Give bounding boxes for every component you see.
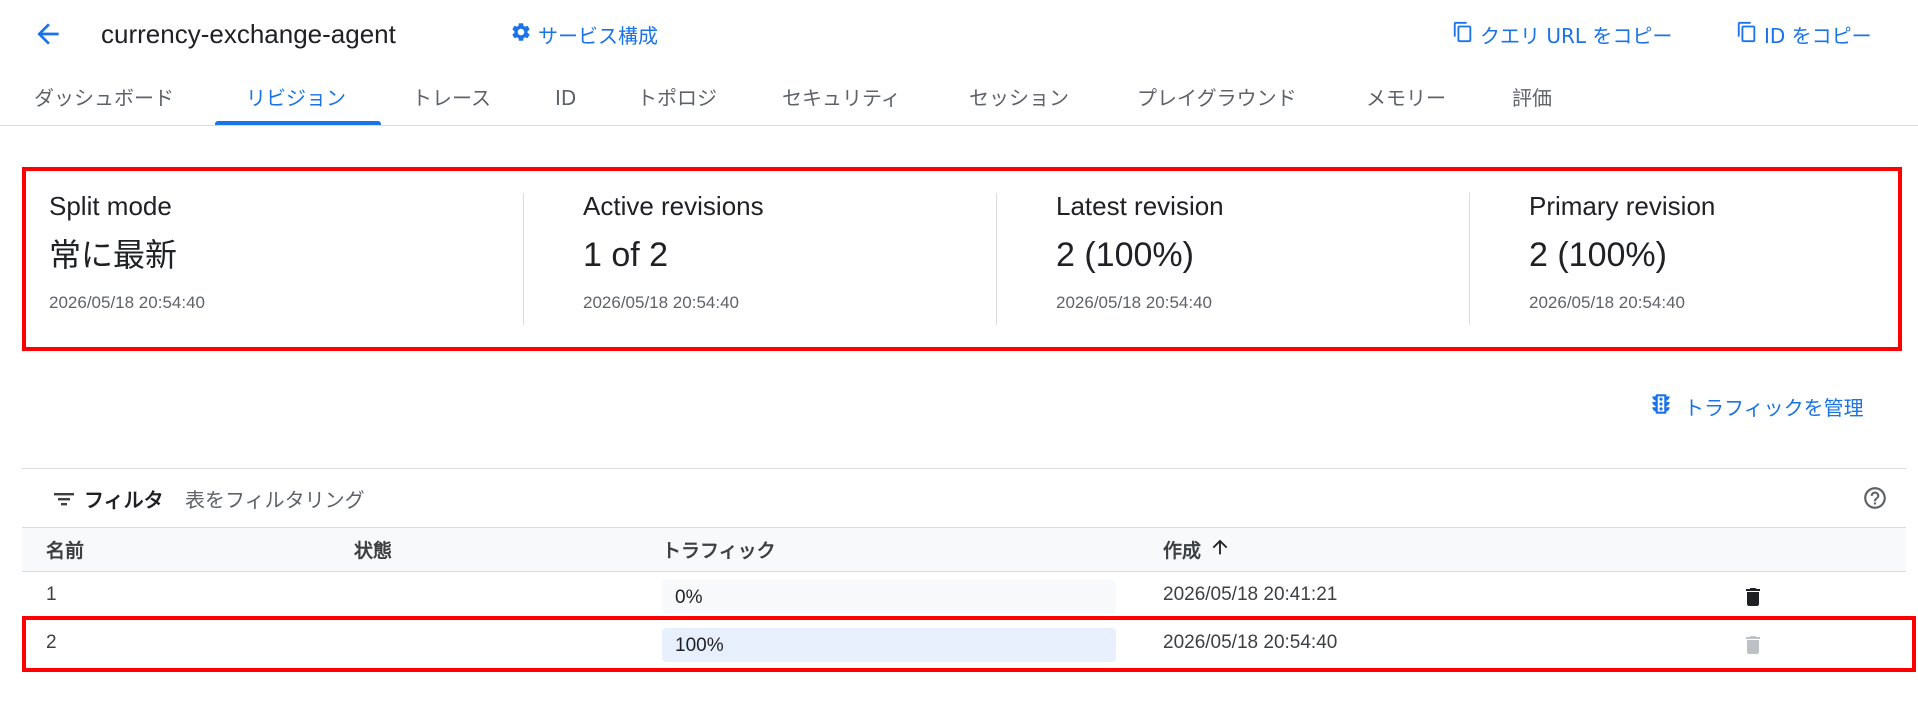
- active-tab-indicator: [215, 121, 381, 125]
- card-divider: [1469, 193, 1470, 325]
- tab-memory[interactable]: メモリー: [1366, 76, 1446, 126]
- copy-id-button[interactable]: ID をコピー: [1736, 18, 1872, 50]
- copy-icon: [1452, 21, 1480, 48]
- card-label: Latest revision: [1056, 191, 1224, 221]
- card-divider: [523, 193, 524, 325]
- copy-query-url-label: クエリ URL をコピー: [1480, 23, 1673, 48]
- back-arrow-icon[interactable]: [32, 18, 64, 50]
- card-timestamp: 2026/05/18 20:54:40: [49, 293, 205, 312]
- card-value: 2 (100%): [1529, 236, 1667, 274]
- filter-input[interactable]: 表をフィルタリング: [185, 484, 365, 513]
- filter-icon[interactable]: [52, 489, 76, 513]
- service-config-button[interactable]: サービス構成: [510, 18, 658, 50]
- header: currency-exchange-agent サービス構成 クエリ URL を…: [0, 0, 1918, 70]
- copy-query-url-button[interactable]: クエリ URL をコピー: [1452, 18, 1672, 50]
- tab-revisions[interactable]: リビジョン: [246, 76, 346, 126]
- revision-name: 1: [46, 584, 57, 605]
- created-timestamp: 2026/05/18 20:41:21: [1163, 584, 1338, 605]
- traffic-bar: 0%: [662, 580, 1116, 614]
- table-row[interactable]: 1 0% 2026/05/18 20:41:21: [22, 572, 1906, 620]
- card-label: Primary revision: [1529, 191, 1716, 221]
- tab-security[interactable]: セキュリティ: [782, 76, 901, 126]
- tab-evaluation[interactable]: 評価: [1512, 76, 1552, 126]
- table-row[interactable]: 2 100% 2026/05/18 20:54:40: [22, 620, 1906, 668]
- column-header-traffic[interactable]: トラフィック: [662, 536, 776, 563]
- sort-arrow-up-icon: [1201, 536, 1231, 563]
- card-label: Active revisions: [583, 191, 764, 221]
- active-revisions-card: Active revisions 1 of 2 2026/05/18 20:54…: [583, 189, 764, 327]
- column-header-status[interactable]: 状態: [354, 536, 392, 563]
- traffic-percent: 0%: [675, 587, 703, 608]
- service-config-label: サービス構成: [538, 23, 658, 48]
- table-header: 名前 状態 トラフィック 作成: [22, 528, 1906, 572]
- revision-name: 2: [46, 632, 57, 653]
- revisions-table: フィルタ 表をフィルタリング 名前 状態 トラフィック 作成 1 0% 2026…: [22, 468, 1906, 668]
- tab-sessions[interactable]: セッション: [969, 76, 1069, 126]
- manage-traffic-button[interactable]: トラフィックを管理: [1648, 390, 1864, 423]
- split-mode-card: Split mode 常に最新 2026/05/18 20:54:40: [49, 189, 205, 327]
- card-timestamp: 2026/05/18 20:54:40: [1529, 293, 1685, 312]
- traffic-light-icon: [1648, 390, 1684, 423]
- tab-bar: ダッシュボード リビジョン トレース ID トポロジ セキュリティ セッション …: [0, 76, 1918, 126]
- latest-revision-card: Latest revision 2 (100%) 2026/05/18 20:5…: [1056, 189, 1224, 327]
- tab-identity[interactable]: ID: [555, 76, 576, 126]
- tab-topology[interactable]: トポロジ: [637, 76, 717, 126]
- traffic-bar: 100%: [662, 628, 1116, 662]
- filter-label: フィルタ: [84, 488, 164, 512]
- card-value: 常に最新: [49, 236, 178, 274]
- filter-bar: フィルタ 表をフィルタリング: [22, 468, 1906, 528]
- copy-icon: [1736, 21, 1764, 48]
- tab-traces[interactable]: トレース: [412, 76, 491, 126]
- tab-dashboard[interactable]: ダッシュボード: [34, 76, 174, 126]
- help-icon[interactable]: [1862, 485, 1888, 515]
- column-header-name[interactable]: 名前: [46, 536, 84, 563]
- delete-icon[interactable]: [1741, 584, 1765, 614]
- card-timestamp: 2026/05/18 20:54:40: [583, 293, 739, 312]
- column-header-created[interactable]: 作成: [1163, 536, 1231, 563]
- card-divider: [996, 193, 997, 325]
- copy-id-label: ID をコピー: [1764, 23, 1872, 48]
- delete-icon-disabled: [1741, 632, 1765, 662]
- manage-traffic-label: トラフィックを管理: [1684, 396, 1864, 420]
- gear-icon: [510, 21, 538, 48]
- revision-summary: Split mode 常に最新 2026/05/18 20:54:40 Acti…: [22, 167, 1902, 351]
- card-value: 1 of 2: [583, 236, 669, 274]
- card-label: Split mode: [49, 191, 172, 221]
- created-timestamp: 2026/05/18 20:54:40: [1163, 632, 1338, 653]
- primary-revision-card: Primary revision 2 (100%) 2026/05/18 20:…: [1529, 189, 1715, 327]
- page-title: currency-exchange-agent: [101, 19, 396, 49]
- traffic-bar-fill: [662, 628, 1116, 662]
- tab-playground[interactable]: プレイグラウンド: [1137, 76, 1297, 126]
- card-timestamp: 2026/05/18 20:54:40: [1056, 293, 1212, 312]
- card-value: 2 (100%): [1056, 236, 1194, 274]
- traffic-percent: 100%: [675, 635, 724, 656]
